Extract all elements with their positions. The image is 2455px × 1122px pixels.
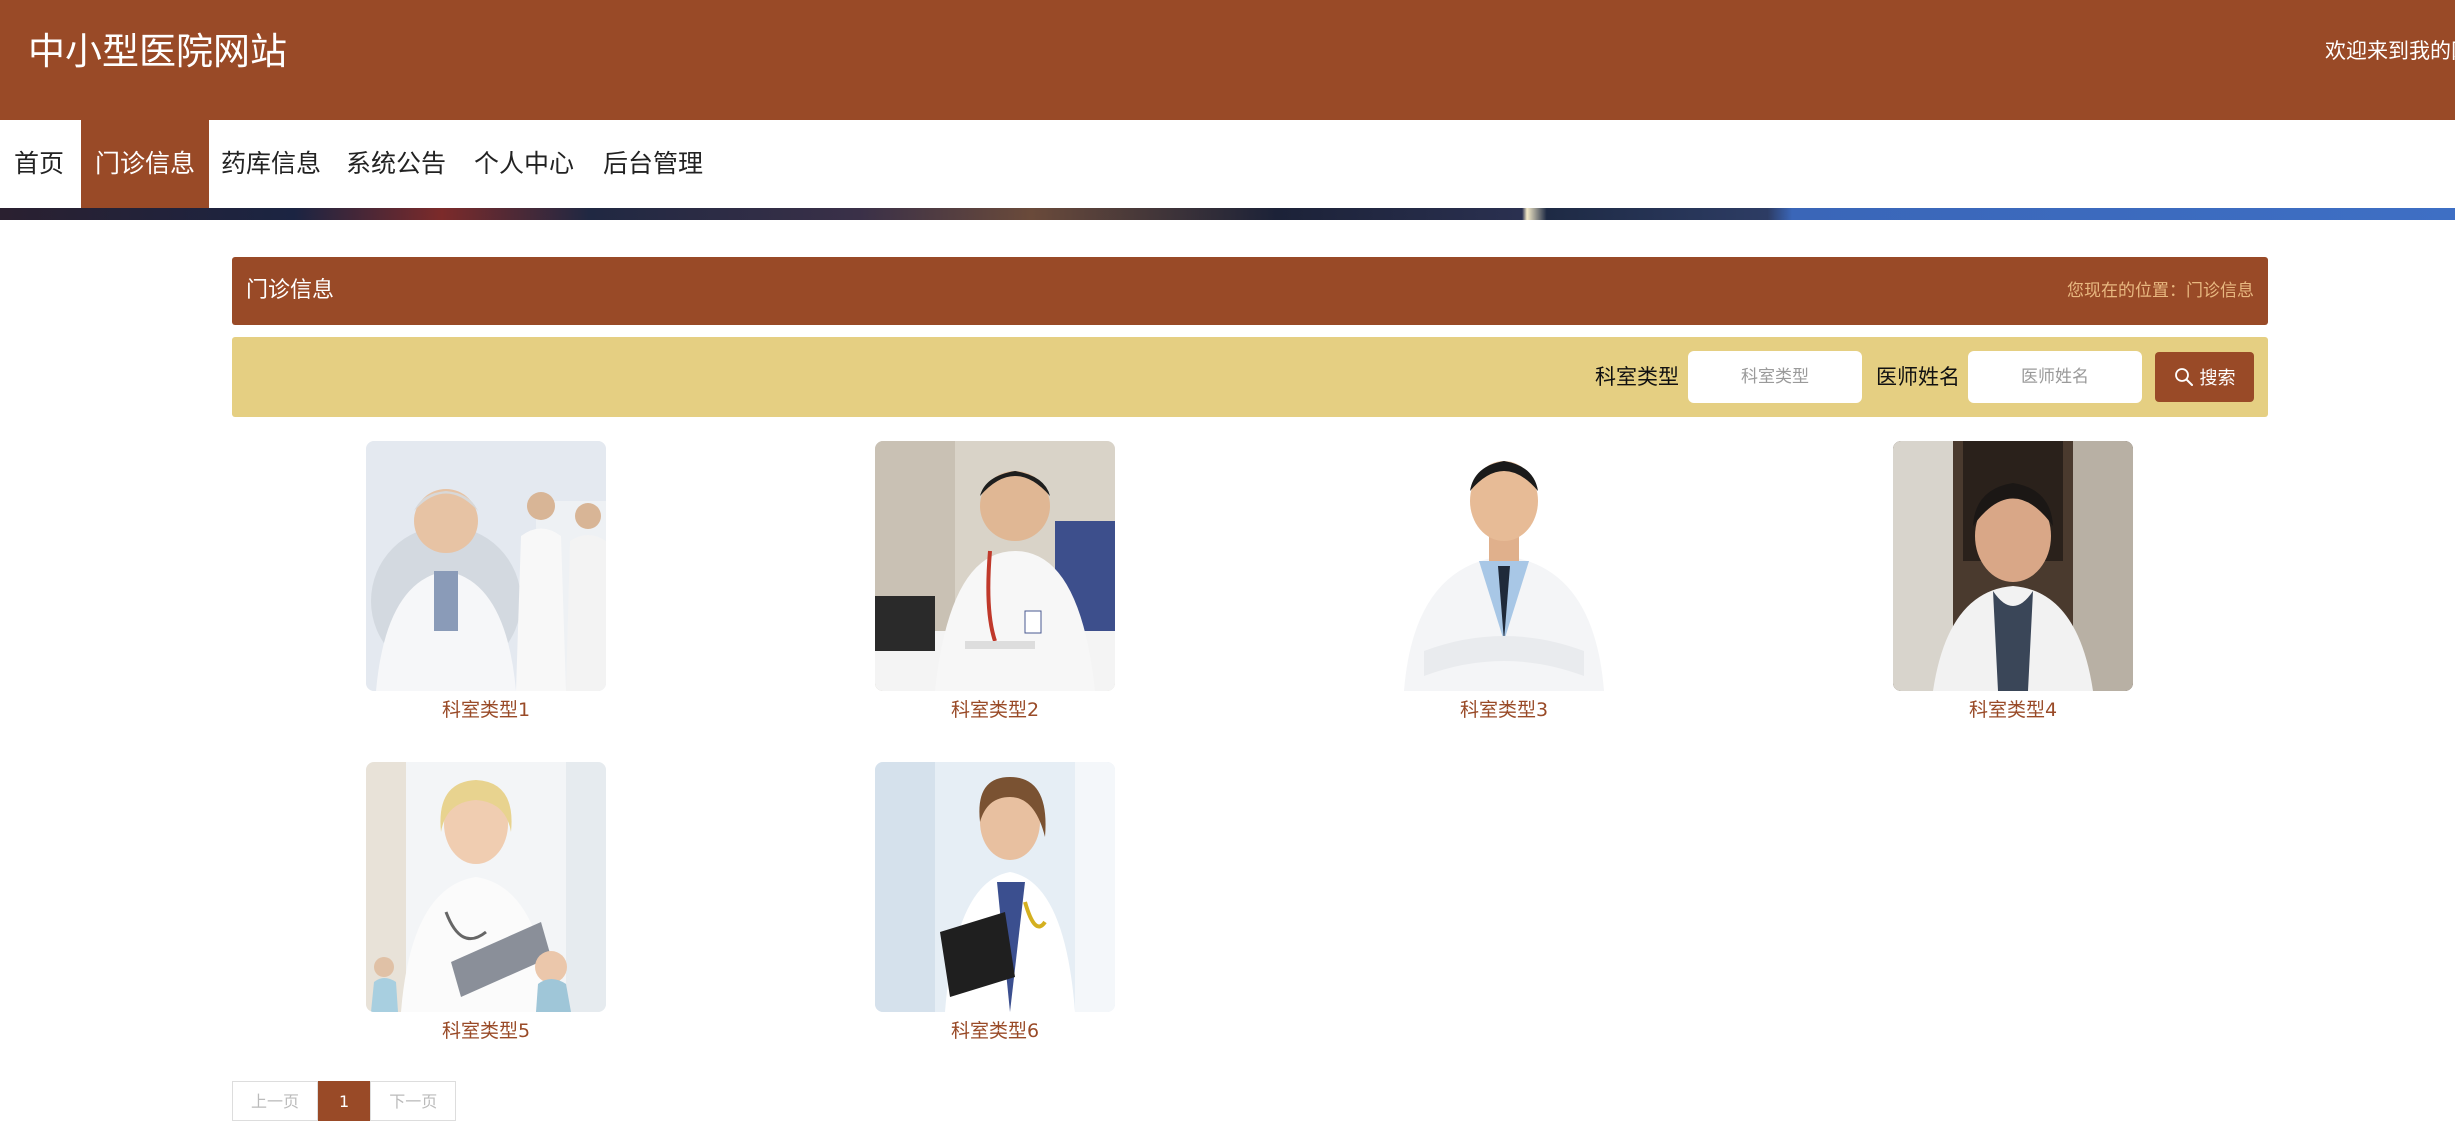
breadcrumb: 您现在的位置：门诊信息	[2067, 281, 2254, 301]
welcome-text: 欢迎来到我的网	[2325, 39, 2455, 63]
doctor-card-label[interactable]: 科室类型6	[875, 1016, 1115, 1046]
site-title: 中小型医院网站	[28, 30, 287, 73]
doctor-card[interactable]: 科室类型1	[366, 441, 606, 731]
prev-page-button[interactable]: 上一页	[232, 1081, 319, 1121]
doctor-card-label[interactable]: 科室类型4	[1893, 695, 2133, 725]
pagination: 上一页 1 下一页	[232, 1081, 457, 1121]
site-header: 中小型医院网站 欢迎来到我的网	[0, 0, 2455, 120]
page-1-button[interactable]: 1	[318, 1081, 371, 1121]
search-button[interactable]: 搜索	[2155, 352, 2254, 402]
doctor-card-label[interactable]: 科室类型3	[1384, 695, 1624, 725]
section-title-bar: 门诊信息 您现在的位置：门诊信息	[232, 257, 2268, 325]
doctor-card[interactable]: 科室类型3	[1384, 441, 1624, 731]
doctor-photo[interactable]	[875, 441, 1115, 691]
doctor-card-label[interactable]: 科室类型2	[875, 695, 1115, 725]
nav-item-personal-center[interactable]: 个人中心	[474, 120, 574, 208]
doctor-photo[interactable]	[1384, 441, 1624, 691]
doctor-card[interactable]: 科室类型2	[875, 441, 1115, 731]
doctor-photo[interactable]	[366, 441, 606, 691]
nav-item-home[interactable]: 首页	[14, 120, 64, 208]
nav-item-outpatient[interactable]: 门诊信息	[81, 120, 210, 208]
nav-item-pharmacy[interactable]: 药库信息	[221, 120, 321, 208]
main-nav: 首页 门诊信息 药库信息 系统公告 个人中心 后台管理	[0, 120, 2455, 208]
dept-input[interactable]	[1688, 351, 1862, 403]
search-icon	[2174, 368, 2193, 386]
doctor-label: 医师姓名	[1876, 365, 1960, 389]
doctor-card[interactable]: 科室类型4	[1893, 441, 2133, 731]
doctor-photo[interactable]	[875, 762, 1115, 1012]
doctor-card-label[interactable]: 科室类型1	[366, 695, 606, 725]
doctor-card[interactable]: 科室类型6	[875, 762, 1115, 1052]
section-title: 门诊信息	[246, 278, 335, 303]
dept-label: 科室类型	[1595, 365, 1679, 389]
doctor-photo[interactable]	[366, 762, 606, 1012]
nav-item-announcements[interactable]: 系统公告	[346, 120, 446, 208]
search-button-label: 搜索	[2199, 368, 2236, 389]
doctor-photo[interactable]	[1893, 441, 2133, 691]
doctor-input[interactable]	[1968, 351, 2142, 403]
doctor-card[interactable]: 科室类型5	[366, 762, 606, 1052]
search-bar: 科室类型 医师姓名 搜索	[232, 337, 2268, 417]
doctor-card-label[interactable]: 科室类型5	[366, 1016, 606, 1046]
nav-item-admin[interactable]: 后台管理	[603, 120, 703, 208]
banner-image	[0, 208, 2455, 220]
next-page-button[interactable]: 下一页	[370, 1081, 457, 1121]
